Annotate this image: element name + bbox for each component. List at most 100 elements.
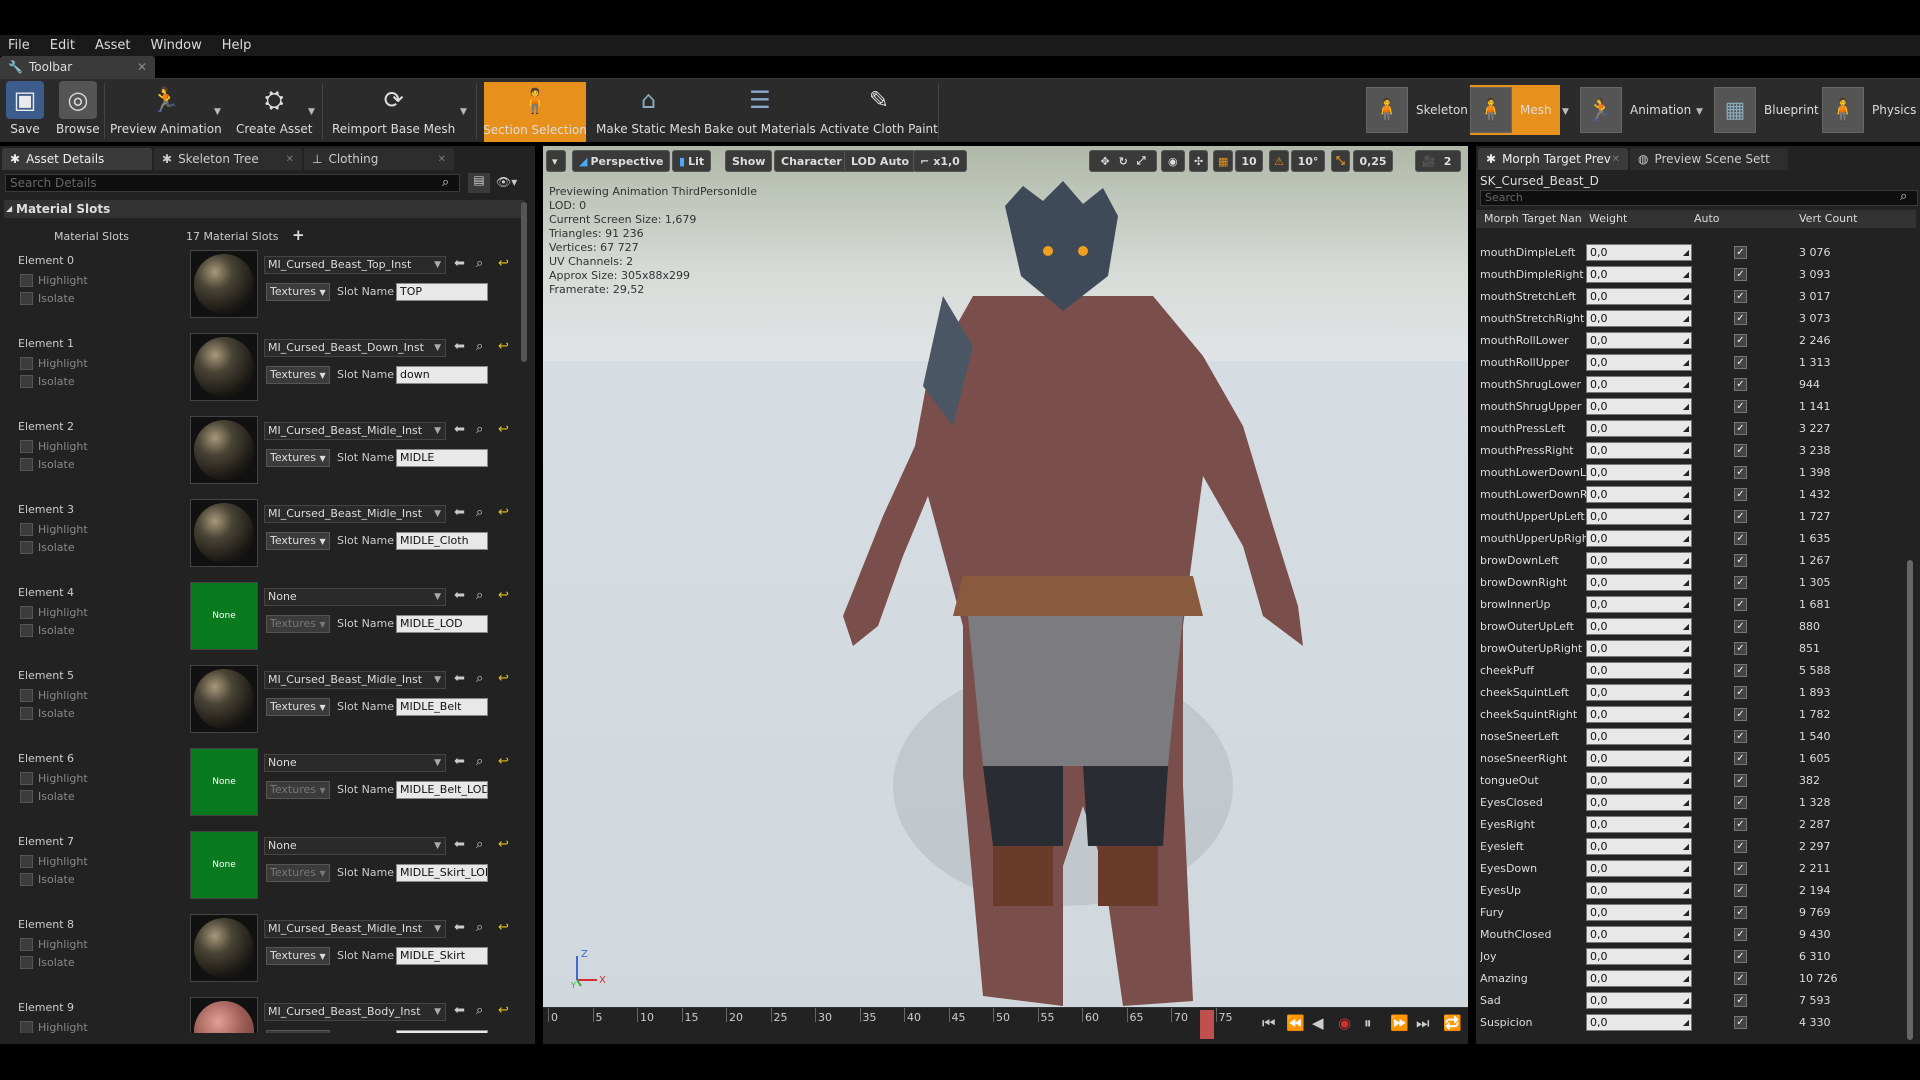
camera-speed-button[interactable]: 🎥 2: [1415, 150, 1461, 172]
loop-icon[interactable]: 🔁: [1443, 1014, 1462, 1032]
highlight-checkbox[interactable]: [20, 689, 33, 702]
textures-dropdown[interactable]: Textures ▼: [266, 698, 330, 716]
use-selected-arrow-icon[interactable]: ⬅: [454, 339, 465, 354]
view-options-icon[interactable]: ▤: [468, 173, 490, 193]
auto-checkbox[interactable]: ✓: [1734, 840, 1747, 853]
highlight-checkbox[interactable]: [20, 1021, 33, 1033]
browse-search-icon[interactable]: ⌕: [476, 1003, 483, 1018]
menu-edit[interactable]: Edit: [50, 38, 75, 53]
grid-snap-button[interactable]: ▦: [1213, 150, 1234, 172]
weight-input[interactable]: 0,0 ◢: [1586, 904, 1692, 921]
menu-help[interactable]: Help: [222, 38, 252, 53]
reset-icon[interactable]: ↩: [498, 920, 509, 935]
make-static-mesh-button[interactable]: ⌂ Make Static Mesh: [596, 81, 701, 141]
surface-snap-button[interactable]: ✣: [1189, 150, 1209, 172]
material-thumbnail[interactable]: [190, 416, 258, 484]
isolate-checkbox[interactable]: [20, 956, 33, 969]
weight-input[interactable]: 0,0 ◢: [1586, 1014, 1692, 1031]
slot-name-input[interactable]: MIDLE_Skirt_LOD: [396, 864, 488, 882]
weight-input[interactable]: 0,0 ◢: [1586, 992, 1692, 1009]
browse-search-icon[interactable]: ⌕: [476, 505, 483, 520]
highlight-checkbox[interactable]: [20, 855, 33, 868]
weight-input[interactable]: 0,0 ◢: [1586, 288, 1692, 305]
search-icon[interactable]: ⌕: [442, 175, 449, 190]
preview-viewport[interactable]: ▾ ◢ Perspective ▮ Lit Show Character LOD A…: [543, 146, 1468, 1044]
eye-icon[interactable]: 👁▾: [496, 175, 517, 189]
auto-checkbox[interactable]: ✓: [1734, 334, 1747, 347]
textures-dropdown[interactable]: Textures ▼: [266, 532, 330, 550]
weight-input[interactable]: 0,0 ◢: [1586, 772, 1692, 789]
slot-name-input[interactable]: MIDLE_Belt: [396, 698, 488, 716]
morph-search-input[interactable]: Search: [1480, 190, 1918, 206]
chevron-down-icon[interactable]: ▼: [1562, 107, 1569, 117]
auto-checkbox[interactable]: ✓: [1734, 620, 1747, 633]
use-selected-arrow-icon[interactable]: ⬅: [454, 837, 465, 852]
material-thumbnail[interactable]: [190, 665, 258, 733]
rotate-icon[interactable]: ↻: [1119, 155, 1128, 168]
auto-checkbox[interactable]: ✓: [1734, 708, 1747, 721]
auto-checkbox[interactable]: ✓: [1734, 510, 1747, 523]
textures-dropdown[interactable]: Textures ▼: [266, 781, 330, 799]
browse-search-icon[interactable]: ⌕: [476, 588, 483, 603]
textures-dropdown[interactable]: Textures ▼: [266, 1030, 330, 1033]
auto-checkbox[interactable]: ✓: [1734, 290, 1747, 303]
material-slots-section-header[interactable]: ◢ Material Slots: [4, 200, 524, 218]
grid-size-button[interactable]: 10: [1235, 150, 1263, 172]
auto-checkbox[interactable]: ✓: [1734, 796, 1747, 809]
weight-input[interactable]: 0,0 ◢: [1586, 486, 1692, 503]
slot-name-input[interactable]: MIDLE_LOD: [396, 615, 488, 633]
textures-dropdown[interactable]: Textures ▼: [266, 366, 330, 384]
pause-icon[interactable]: ⏸: [1364, 1014, 1372, 1032]
bake-out-materials-button[interactable]: ☰ Bake out Materials: [704, 81, 816, 141]
slot-name-input[interactable]: MIDLE_Belt_LOD: [396, 781, 488, 799]
scale-snap-button[interactable]: ⤡: [1331, 150, 1350, 172]
isolate-checkbox[interactable]: [20, 375, 33, 388]
weight-input[interactable]: 0,0 ◢: [1586, 882, 1692, 899]
material-dropdown[interactable]: MI_Cursed_Beast_Midle_Inst ▼: [264, 505, 446, 523]
auto-checkbox[interactable]: ✓: [1734, 972, 1747, 985]
auto-checkbox[interactable]: ✓: [1734, 246, 1747, 259]
textures-dropdown[interactable]: Textures ▼: [266, 864, 330, 882]
auto-checkbox[interactable]: ✓: [1734, 268, 1747, 281]
search-details-input[interactable]: Search Details: [5, 174, 460, 192]
weight-input[interactable]: 0,0 ◢: [1586, 684, 1692, 701]
highlight-checkbox[interactable]: [20, 274, 33, 287]
textures-dropdown[interactable]: Textures ▼: [266, 947, 330, 965]
reset-icon[interactable]: ↩: [498, 588, 509, 603]
auto-checkbox[interactable]: ✓: [1734, 532, 1747, 545]
auto-checkbox[interactable]: ✓: [1734, 950, 1747, 963]
playback-speed-button[interactable]: ⌐ x1,0: [913, 150, 967, 172]
close-icon[interactable]: ✕: [1612, 154, 1620, 165]
chevron-down-icon[interactable]: ▼: [214, 107, 221, 117]
weight-input[interactable]: 0,0 ◢: [1586, 750, 1692, 767]
material-dropdown[interactable]: MI_Cursed_Beast_Body_Inst ▼: [264, 1003, 446, 1021]
isolate-checkbox[interactable]: [20, 707, 33, 720]
character-button[interactable]: Character: [774, 150, 849, 172]
tab-clothing[interactable]: ⊥ Clothing ✕: [304, 148, 454, 170]
activate-cloth-paint-button[interactable]: ✎ Activate Cloth Paint: [820, 81, 938, 141]
weight-input[interactable]: 0,0 ◢: [1586, 420, 1692, 437]
auto-checkbox[interactable]: ✓: [1734, 356, 1747, 369]
tab-preview-scene-settings[interactable]: ◍ Preview Scene Sett: [1630, 148, 1788, 170]
auto-checkbox[interactable]: ✓: [1734, 818, 1747, 831]
reset-icon[interactable]: ↩: [498, 837, 509, 852]
weight-input[interactable]: 0,0 ◢: [1586, 948, 1692, 965]
tab-skeleton-tree[interactable]: ✱ Skeleton Tree ✕: [154, 148, 302, 170]
browse-search-icon[interactable]: ⌕: [476, 422, 483, 437]
tab-asset-details[interactable]: ✱ Asset Details: [2, 148, 152, 170]
weight-input[interactable]: 0,0 ◢: [1586, 728, 1692, 745]
animation-mode-button[interactable]: 🏃 Animation: [1580, 85, 1691, 135]
auto-checkbox[interactable]: ✓: [1734, 994, 1747, 1007]
scale-size-button[interactable]: 0,25: [1353, 150, 1393, 172]
reset-icon[interactable]: ↩: [498, 422, 509, 437]
weight-input[interactable]: 0,0 ◢: [1586, 376, 1692, 393]
scrollbar[interactable]: [521, 202, 527, 362]
auto-checkbox[interactable]: ✓: [1734, 466, 1747, 479]
auto-checkbox[interactable]: ✓: [1734, 1016, 1747, 1029]
auto-checkbox[interactable]: ✓: [1734, 664, 1747, 677]
weight-input[interactable]: 0,0 ◢: [1586, 398, 1692, 415]
material-thumbnail[interactable]: [190, 333, 258, 401]
weight-input[interactable]: 0,0 ◢: [1586, 354, 1692, 371]
reset-icon[interactable]: ↩: [498, 256, 509, 271]
material-dropdown[interactable]: MI_Cursed_Beast_Top_Inst ▼: [264, 256, 446, 274]
